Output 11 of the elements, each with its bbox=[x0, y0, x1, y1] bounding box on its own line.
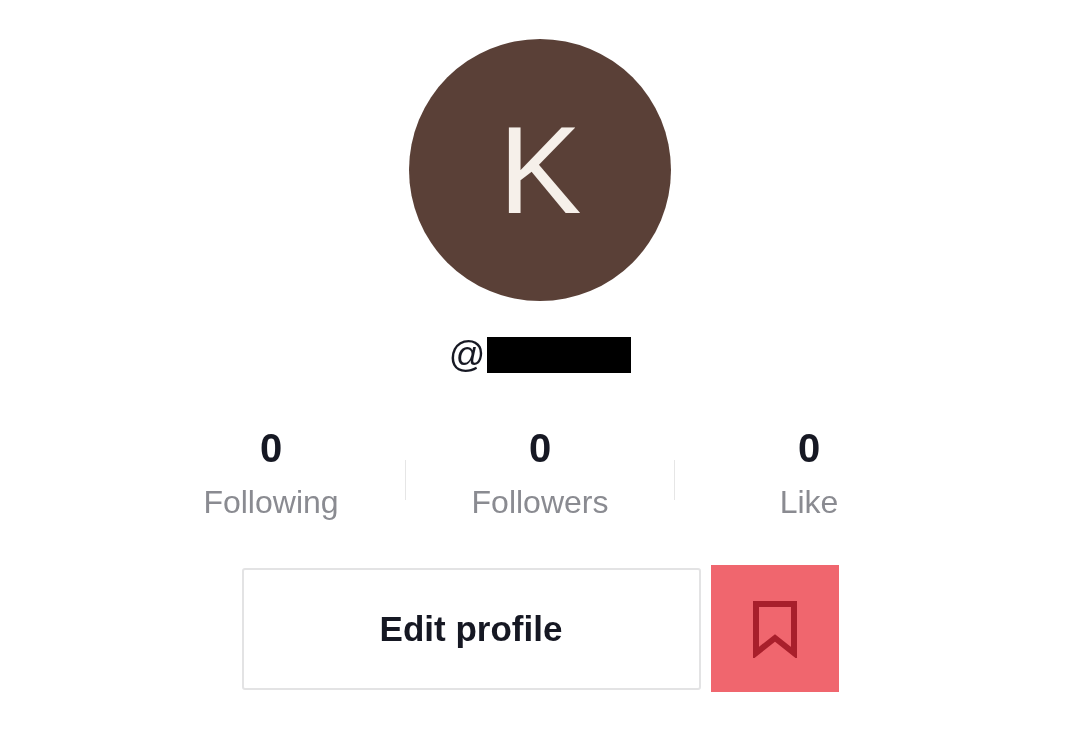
username: @ bbox=[448, 334, 486, 376]
stat-count: 0 bbox=[797, 425, 821, 471]
stat-count: 0 bbox=[528, 425, 552, 471]
bookmark-button[interactable] bbox=[710, 565, 839, 692]
stat-count: 0 bbox=[259, 425, 283, 471]
edit-profile-button[interactable]: Edit profile bbox=[241, 567, 701, 690]
avatar-letter: K bbox=[498, 108, 582, 232]
stat-label: Like bbox=[779, 483, 839, 521]
bookmark-icon bbox=[751, 599, 798, 658]
stat-label: Followers bbox=[471, 483, 609, 521]
stat-label: Following bbox=[203, 483, 339, 521]
